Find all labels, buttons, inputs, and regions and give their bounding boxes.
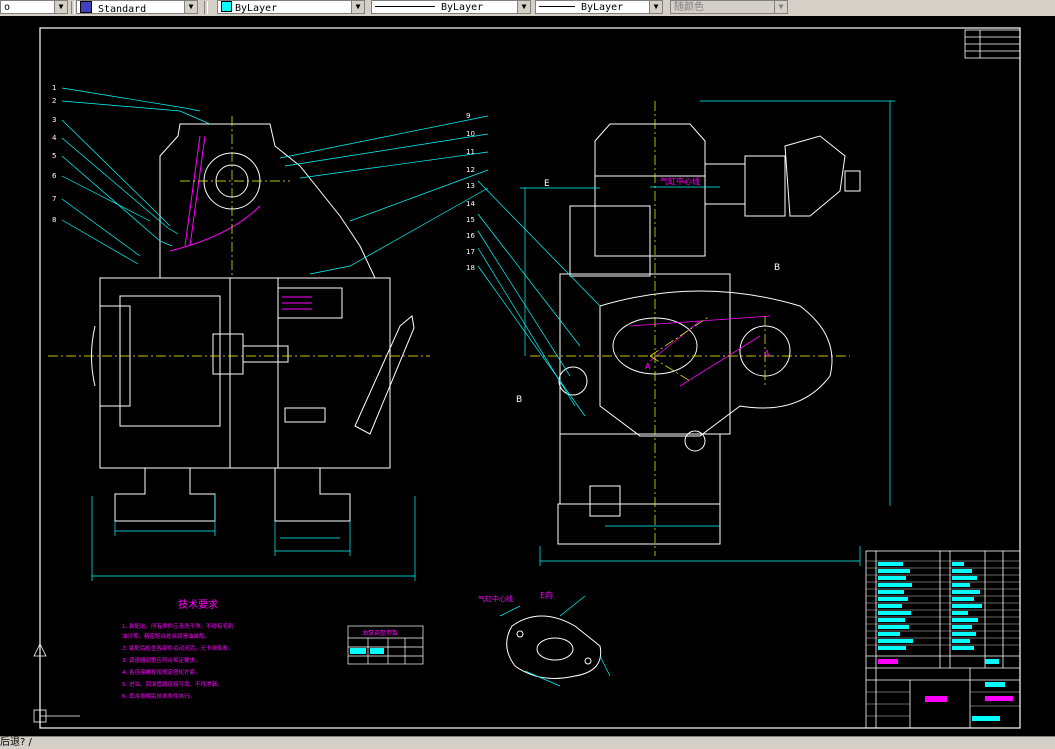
text-style-value: Standard	[98, 4, 147, 14]
chevron-down-icon[interactable]: ▼	[351, 1, 364, 13]
tech-req-line: 3. 调速器调整应符合规定要求。	[122, 656, 201, 664]
view-label-a: A	[645, 362, 651, 371]
part-number-label: 9	[466, 112, 470, 120]
color-swatch-icon	[221, 1, 232, 12]
linetype-sample-icon	[375, 6, 435, 7]
lineweight-combo[interactable]: ByLayer ▼	[535, 0, 663, 14]
part-number-label: 15	[466, 216, 475, 224]
part-number-label: 14	[466, 200, 475, 208]
color-value: ByLayer	[235, 3, 278, 14]
part-number-label: 17	[466, 248, 475, 256]
chevron-down-icon[interactable]: ▼	[184, 1, 197, 13]
lineweight-sample-icon	[539, 6, 575, 7]
properties-toolbar: o ▼ Standard ▼ ByLayer ▼ ByLayer ▼ ByLay…	[0, 0, 1055, 17]
lineweight-value: ByLayer	[581, 2, 624, 13]
tech-req-line: 6. 其余按相关技术条件执行。	[122, 692, 195, 700]
view-label-b: B	[516, 395, 522, 405]
command-line[interactable]: 后退? /	[0, 736, 1055, 749]
plot-style-combo[interactable]: 随颜色 ▼	[670, 0, 788, 14]
part-number-label: 11	[466, 148, 475, 156]
linetype-combo[interactable]: ByLayer ▼	[371, 0, 531, 14]
cylinder-center-annotation: 气缸中心线	[660, 176, 700, 186]
tech-req-line: 4. 各连接螺栓按规定扭矩拧紧。	[122, 668, 201, 676]
command-line-text: 后退? /	[0, 737, 32, 748]
tech-req-line: 油污等。精密配合处涂润滑油装配。	[122, 632, 210, 640]
part-number-label: 16	[466, 232, 475, 240]
chevron-down-icon[interactable]: ▼	[54, 1, 67, 13]
tech-req-line: 5. 进油、回油管路连接可靠，不得渗漏。	[122, 680, 223, 688]
view-label-b-arrow: B	[774, 263, 780, 273]
part-number-label: 10	[466, 130, 475, 138]
part-number-label: 18	[466, 264, 475, 272]
part-number-label: 4	[52, 134, 57, 142]
toolbar-separator	[71, 1, 75, 14]
part-number-label: 6	[52, 172, 57, 180]
left-combo-value: o	[4, 2, 11, 13]
part-number-label: 12	[466, 166, 475, 174]
linetype-value: ByLayer	[441, 2, 484, 13]
left-combo[interactable]: o ▼	[0, 0, 68, 14]
parameter-table-title: 油泵调整参数	[362, 629, 398, 637]
e-view-title: E向	[540, 590, 553, 600]
chevron-down-icon[interactable]: ▼	[649, 1, 662, 13]
tech-req-title: 技术要求	[178, 598, 218, 611]
toolbar-separator	[204, 1, 208, 14]
drawing-canvas[interactable]: 1 2 3 4 5 6 7 8 9 10 11 12 13 14 15 16 1…	[0, 16, 1055, 736]
view-label-e: E	[544, 179, 550, 189]
e-view-center-annotation: 气缸中心线	[478, 594, 513, 603]
text-style-combo[interactable]: Standard ▼	[76, 0, 198, 14]
part-number-label: 3	[52, 116, 56, 124]
part-number-label: 13	[466, 182, 475, 190]
plot-style-value: 随颜色	[674, 2, 704, 13]
chevron-down-icon[interactable]: ▼	[774, 1, 787, 13]
view-label-a2: A	[764, 349, 770, 358]
color-combo[interactable]: ByLayer ▼	[217, 0, 365, 14]
part-number-label: 2	[52, 97, 56, 105]
part-number-label: 8	[52, 216, 56, 224]
part-number-label: 5	[52, 152, 56, 160]
part-number-label: 1	[52, 84, 56, 92]
text-style-icon	[80, 1, 92, 13]
chevron-down-icon[interactable]: ▼	[517, 1, 530, 13]
part-number-label: 7	[52, 195, 56, 203]
tech-req-line: 1. 装配前，所有零件应清洗干净，不得有毛刺	[122, 622, 234, 630]
tech-req-line: 2. 装配后检查各部件运动灵活，无卡滞现象。	[122, 644, 234, 652]
